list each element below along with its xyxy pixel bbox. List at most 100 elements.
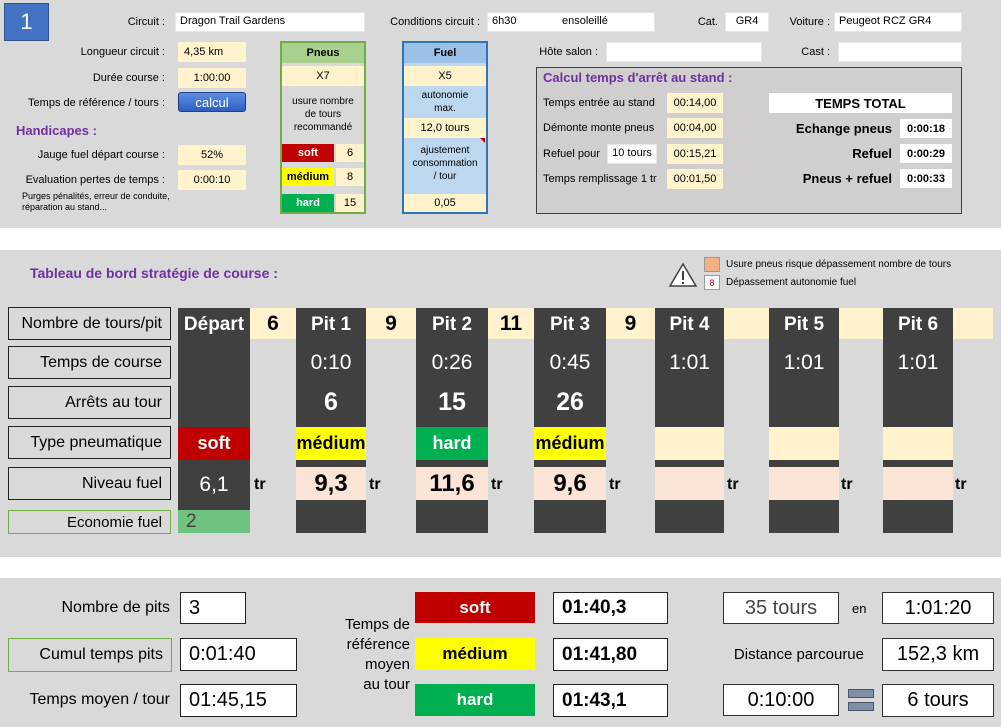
- host-field[interactable]: [606, 42, 762, 62]
- fuel-unit-pit-1: tr: [369, 476, 381, 493]
- column-head-pit-1: Pit 1: [310, 314, 352, 335]
- exchange-value: 0:00:18: [900, 119, 952, 138]
- fuel-level-pit-5: [769, 467, 839, 500]
- cat-field[interactable]: GR4: [725, 12, 769, 32]
- laps-cell-pit-1[interactable]: 9: [366, 308, 416, 339]
- total-time-field: 1:01:20: [882, 592, 994, 624]
- column-head-pit-3: Pit 3: [549, 314, 591, 335]
- tyre-cell-pit-6[interactable]: [883, 427, 953, 460]
- row-label-race-time: Temps de course: [8, 346, 171, 379]
- tyre-cell-pit-3[interactable]: médium: [534, 427, 606, 460]
- laps-cell-pit-4[interactable]: [724, 308, 769, 339]
- loss-note-1: Purges pénalités, erreur de conduite,: [22, 191, 170, 201]
- race-time-pit-3: 0:45: [549, 351, 591, 374]
- avg-lap-label: Temps moyen / tour: [29, 691, 171, 708]
- calc-button[interactable]: calcul: [178, 92, 246, 112]
- laps-cell-pit-5[interactable]: [839, 308, 883, 339]
- summary-medium-time: 01:41,80: [553, 638, 668, 671]
- column-depart: [178, 308, 250, 533]
- fuel-start-label: Jauge fuel départ course :: [37, 149, 165, 161]
- summary-soft-time: 01:40,3: [553, 592, 668, 624]
- race-time-pit-1: 0:10: [310, 351, 352, 374]
- column-head-pit-6: Pit 6: [897, 314, 939, 335]
- total-time-title: TEMPS TOTAL: [769, 93, 952, 113]
- conditions-field[interactable]: 6h30 ensoleillé: [487, 12, 655, 32]
- tyre-cell-pit-1[interactable]: médium: [296, 427, 366, 460]
- duration-label: Durée course :: [92, 72, 165, 84]
- handicap-title: Handicapes :: [16, 123, 97, 138]
- stage-number-badge: 1: [4, 3, 49, 41]
- pit-refuel-label: Refuel pour: [543, 148, 600, 160]
- pit-tyre-change-field[interactable]: 00:04,00: [667, 118, 723, 138]
- legend-tyre-swatch: [704, 257, 720, 272]
- ref-time-label: Temps de référence / tours :: [28, 97, 165, 109]
- fuel-multiplier[interactable]: X5: [404, 66, 486, 86]
- fuel-adjust-line-2: consommation: [412, 158, 478, 169]
- race-time-pit-6: 1:01: [897, 351, 939, 374]
- tyre-cell-pit-4[interactable]: [655, 427, 724, 460]
- duration-field[interactable]: 1:00:00: [178, 68, 246, 88]
- cast-field[interactable]: [838, 42, 962, 62]
- tyre-cell-pit-2[interactable]: hard: [416, 427, 488, 460]
- laps-cell-depart[interactable]: 6: [250, 308, 296, 339]
- loss-label: Evaluation pertes de temps :: [25, 174, 165, 186]
- car-field[interactable]: Peugeot RCZ GR4: [834, 12, 962, 32]
- tyres-medium-label: médium: [282, 168, 334, 186]
- race-time-pit-2: 0:26: [431, 351, 473, 374]
- row-label-stops: Arrêts au tour: [8, 386, 171, 419]
- conditions-time: 6h30: [492, 15, 517, 27]
- fuel-autonomy-value: 12,0 tours: [404, 118, 486, 138]
- tyre-cell-depart[interactable]: soft: [178, 427, 250, 460]
- column-head-pit-4: Pit 4: [669, 314, 710, 335]
- loss-field[interactable]: 0:00:10: [178, 170, 246, 190]
- fuel-unit-pit-2: tr: [491, 476, 503, 493]
- tyres-hard-value[interactable]: 15: [336, 194, 364, 212]
- pit-entry-field[interactable]: 00:14,00: [667, 93, 723, 113]
- laps-cell-pit-2[interactable]: 11: [488, 308, 534, 339]
- row-label-economy: Economie fuel: [8, 510, 171, 534]
- ref-time-line-4: au tour: [363, 676, 410, 693]
- fuel-level-pit-2: 11,6: [416, 467, 488, 500]
- tyres-medium-value[interactable]: 8: [336, 168, 364, 186]
- both-value: 0:00:33: [900, 169, 952, 188]
- race-time-pit-4: 1:01: [669, 351, 710, 374]
- distance-field: 152,3 km: [882, 638, 994, 671]
- stop-lap-pit-1: 6: [324, 388, 338, 416]
- legend-fuel-swatch: 8: [704, 275, 720, 290]
- fuel-start-field[interactable]: 52%: [178, 145, 246, 165]
- pit-fill-field[interactable]: 00:01,50: [667, 169, 723, 189]
- fuel-adjust-line-1: ajustement: [420, 145, 470, 156]
- tyres-panel-title: Pneus: [282, 43, 364, 63]
- fuel-unit-pit-6: tr: [955, 476, 967, 493]
- ref-time-line-3: moyen: [364, 656, 410, 673]
- cumul-pits-label: Cumul temps pits: [8, 638, 172, 672]
- fuel-unit-pit-4: tr: [727, 476, 739, 493]
- pit-stop-box: [536, 67, 962, 214]
- fuel-comment-marker-icon: [480, 138, 485, 143]
- laps-cell-pit-3[interactable]: 9: [606, 308, 655, 339]
- circuit-field[interactable]: Dragon Trail Gardens: [175, 12, 365, 32]
- equals-icon: [848, 689, 874, 712]
- ref-time-line-1: Temps de: [344, 616, 410, 633]
- tyre-cell-pit-5[interactable]: [769, 427, 839, 460]
- fuel-autonomy-caption: autonomie max.: [404, 89, 486, 115]
- summary-hard-time: 01:43,1: [553, 684, 668, 717]
- fuel-unit-depart: tr: [254, 476, 266, 493]
- tyres-soft-value[interactable]: 6: [336, 144, 364, 162]
- summary-hard-label: hard: [415, 684, 535, 716]
- tyres-hard-label: hard: [282, 194, 334, 212]
- fuel-unit-pit-3: tr: [609, 476, 621, 493]
- cumul-pits-field: 0:01:40: [180, 638, 297, 671]
- tyres-usage-line-3: recommandé: [293, 122, 353, 133]
- pit-refuel-laps-field[interactable]: 10 tours: [607, 144, 657, 164]
- fuel-adjust-value[interactable]: 0,05: [404, 194, 486, 212]
- tyres-multiplier[interactable]: X7: [282, 66, 364, 86]
- pit-tyre-change-label: Démonte monte pneus: [543, 122, 655, 134]
- refuel-total-label: Refuel: [852, 146, 892, 161]
- laps-cell-pit-6[interactable]: [953, 308, 993, 339]
- fuel-economy-cell[interactable]: 2: [178, 510, 250, 533]
- tyres-usage-caption: usure nombre de tours recommandé: [282, 95, 364, 134]
- legend-fuel-text: Dépassement autonomie fuel: [726, 277, 857, 288]
- fuel-level-pit-4: [655, 467, 724, 500]
- length-field[interactable]: 4,35 km: [178, 42, 246, 62]
